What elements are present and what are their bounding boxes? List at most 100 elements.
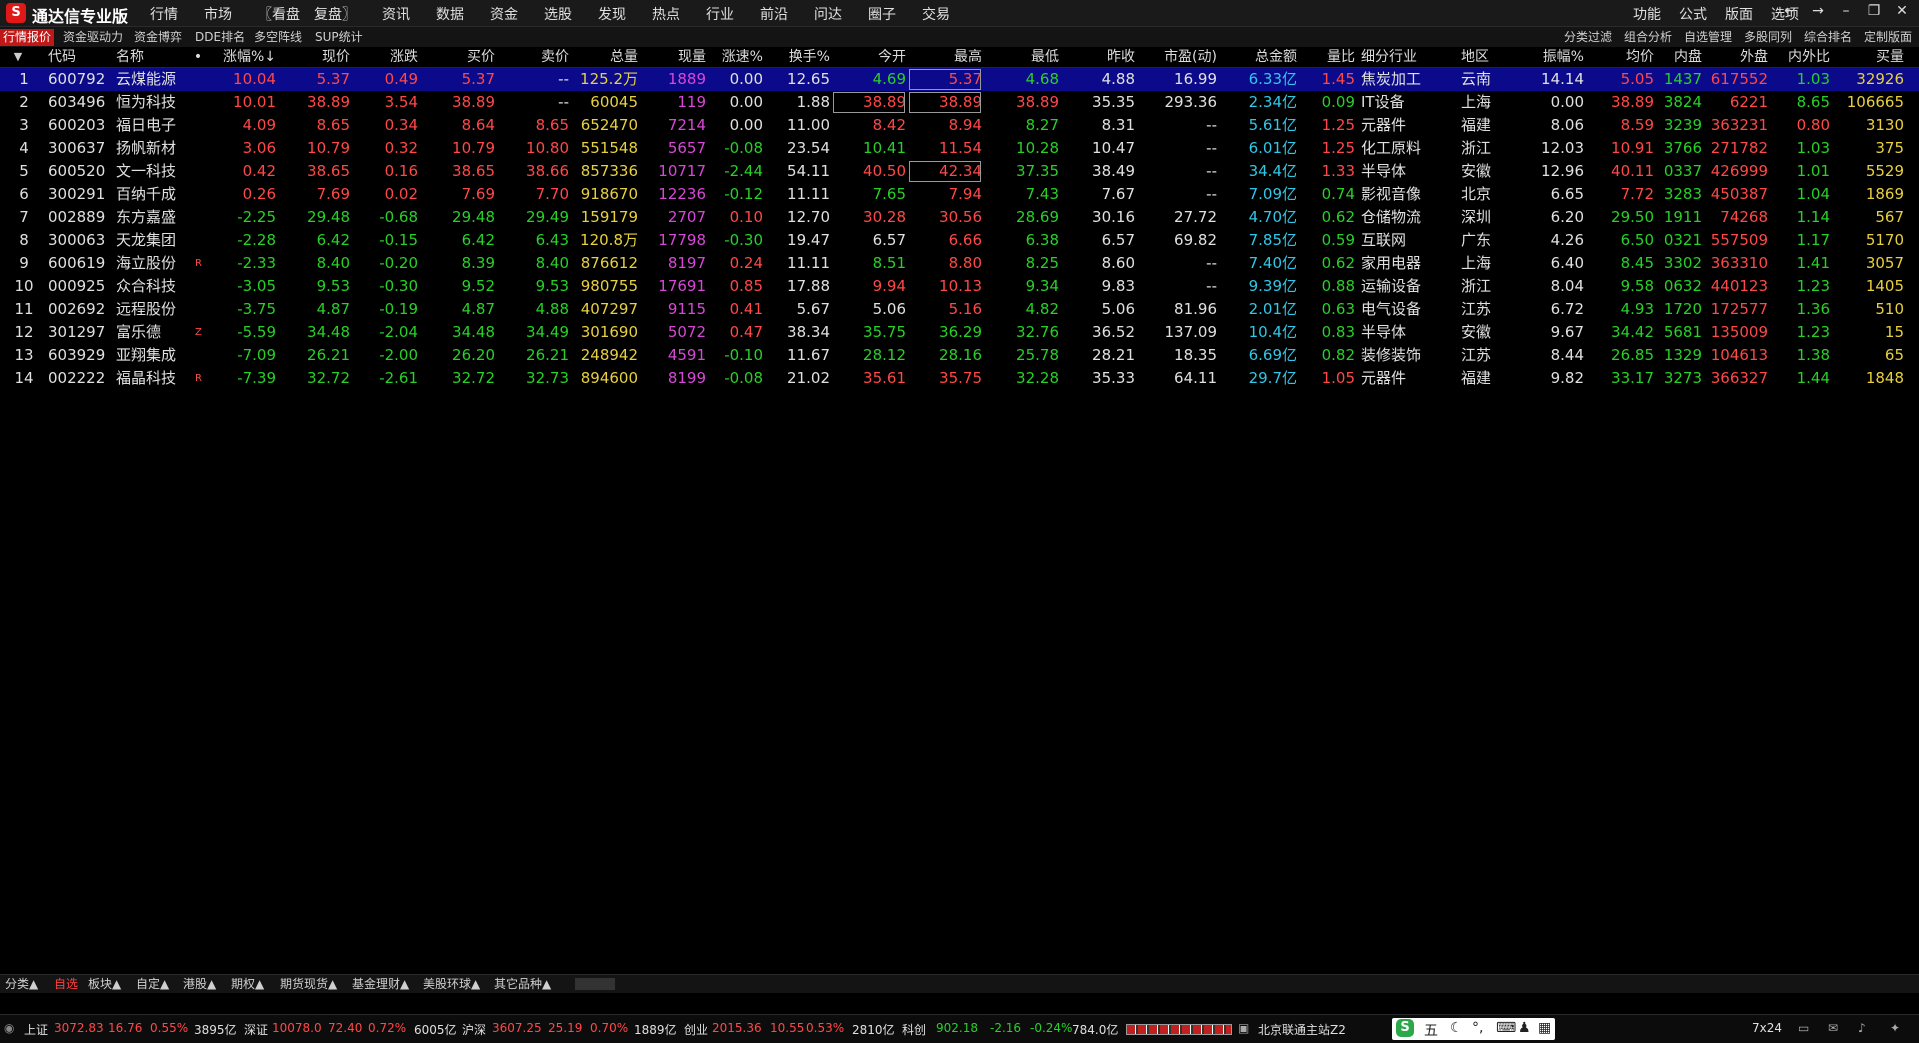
- column-header-outer-volume[interactable]: 外盘: [1704, 47, 1768, 67]
- server-name[interactable]: 北京联通主站Z2: [1258, 1021, 1346, 1038]
- tab-combo-analysis[interactable]: 组合分析: [1624, 29, 1672, 46]
- settings-icon[interactable]: ✦: [1890, 1021, 1900, 1035]
- table-row[interactable]: 6 300291 百纳千成 0.26 7.69 0.02 7.69 7.70 918670 122…: [0, 183, 1919, 206]
- mute-icon[interactable]: ♪: [1858, 1021, 1866, 1035]
- menu-item[interactable]: 功能: [1633, 4, 1661, 24]
- tab-composite-rank[interactable]: 综合排名: [1804, 29, 1852, 46]
- tab-watchlist-manage[interactable]: 自选管理: [1684, 29, 1732, 46]
- calendar-icon[interactable]: ▭: [1798, 1021, 1809, 1035]
- menu-item[interactable]: 复盘〗: [314, 4, 356, 24]
- btab-category[interactable]: 分类▲: [5, 976, 38, 992]
- camera-icon[interactable]: ▣: [1238, 1021, 1249, 1035]
- column-header-volume[interactable]: 总量: [572, 47, 638, 67]
- btab-watchlist[interactable]: 自选: [54, 976, 78, 992]
- column-header-price[interactable]: 现价: [278, 47, 350, 67]
- tab-multi-stock[interactable]: 多股同列: [1744, 29, 1792, 46]
- table-row[interactable]: 14 002222 福晶科技 R -7.39 32.72 -2.61 32.72 32.73 89…: [0, 367, 1919, 390]
- column-header-volume-ratio[interactable]: 量比: [1299, 47, 1355, 67]
- table-row[interactable]: 4 300637 扬帆新材 3.06 10.79 0.32 10.79 10.80 551548…: [0, 137, 1919, 160]
- ime-toolbar[interactable]: S 五 ☾ °, ⌨ ♟ ▦: [1392, 1018, 1555, 1040]
- menu-item[interactable]: 发现: [598, 4, 626, 24]
- column-header-stock-code[interactable]: 代码: [48, 47, 108, 67]
- column-header-industry[interactable]: 细分行业: [1361, 47, 1439, 67]
- column-header-low[interactable]: 最低: [984, 47, 1059, 67]
- minimize-icon[interactable]: –: [1839, 3, 1853, 19]
- grid-icon[interactable]: ▦: [1538, 1020, 1551, 1036]
- tab-fund-drive[interactable]: 资金驱动力: [60, 29, 126, 46]
- btab-sector[interactable]: 板块▲: [88, 976, 121, 992]
- column-header-pe-dynamic[interactable]: 市盈(动): [1137, 47, 1217, 67]
- table-row[interactable]: 1 600792 云煤能源 10.04 5.37 0.49 5.37 -- 125.2万 1889…: [0, 68, 1919, 91]
- menu-item[interactable]: 前沿: [760, 4, 788, 24]
- tab-sup-stats[interactable]: SUP统计: [312, 29, 366, 46]
- menu-item[interactable]: 〖看盘: [258, 4, 300, 24]
- column-header-open[interactable]: 今开: [832, 47, 906, 67]
- clock-label[interactable]: 7x24: [1752, 1021, 1782, 1035]
- table-row[interactable]: 3 600203 福日电子 4.09 8.65 0.34 8.64 8.65 652470 721…: [0, 114, 1919, 137]
- back-arrow-icon[interactable]: ←: [1783, 3, 1797, 19]
- message-icon[interactable]: ✉: [1828, 1021, 1838, 1035]
- tab-long-short[interactable]: 多空阵线: [251, 29, 305, 46]
- ime-mode[interactable]: 五: [1424, 1020, 1438, 1040]
- column-header-speed-pct[interactable]: 涨速%: [708, 47, 763, 67]
- user-icon[interactable]: ♟: [1518, 1020, 1531, 1036]
- menu-item[interactable]: 选股: [544, 4, 572, 24]
- btab-funds[interactable]: 基金理财▲: [352, 976, 409, 992]
- column-header-inner-volume[interactable]: 内盘: [1658, 47, 1702, 67]
- table-row[interactable]: 11 002692 远程股份 -3.75 4.87 -0.19 4.87 4.88 407297…: [0, 298, 1919, 321]
- btab-options[interactable]: 期权▲: [231, 976, 264, 992]
- column-header-flag[interactable]: •: [193, 47, 203, 67]
- keyboard-icon[interactable]: ⌨: [1496, 1020, 1516, 1036]
- menu-item[interactable]: 数据: [436, 4, 464, 24]
- table-row[interactable]: 9 600619 海立股份 R -2.33 8.40 -0.20 8.39 8.40 876612…: [0, 252, 1919, 275]
- btab-other[interactable]: 其它品种▲: [494, 976, 551, 992]
- table-row[interactable]: 5 600520 文一科技 0.42 38.65 0.16 38.65 38.66 857336…: [0, 160, 1919, 183]
- horizontal-scrollbar[interactable]: [575, 978, 615, 990]
- tab-custom-layout[interactable]: 定制版面: [1864, 29, 1912, 46]
- sort-dropdown-icon[interactable]: ▼: [8, 47, 28, 67]
- column-header-ask[interactable]: 卖价: [497, 47, 569, 67]
- column-header-high[interactable]: 最高: [908, 47, 982, 67]
- column-header-bid-volume[interactable]: 买量: [1834, 47, 1904, 67]
- menu-item[interactable]: 行情: [150, 4, 178, 24]
- menu-item[interactable]: 交易: [922, 4, 950, 24]
- btab-custom[interactable]: 自定▲: [136, 976, 169, 992]
- menu-item[interactable]: 行业: [706, 4, 734, 24]
- table-row[interactable]: 13 603929 亚翔集成 -7.09 26.21 -2.00 26.20 26.21 248…: [0, 344, 1919, 367]
- menu-item[interactable]: 资金: [490, 4, 518, 24]
- column-header-bid[interactable]: 买价: [420, 47, 495, 67]
- column-header-inner-outer-ratio[interactable]: 内外比: [1770, 47, 1830, 67]
- table-row[interactable]: 12 301297 富乐德 Z -5.59 34.48 -2.04 34.48 34.49 301…: [0, 321, 1919, 344]
- column-header-amount[interactable]: 总金额: [1222, 47, 1297, 67]
- column-header-region[interactable]: 地区: [1461, 47, 1511, 67]
- restore-icon[interactable]: ❐: [1867, 3, 1881, 19]
- close-icon[interactable]: ✕: [1895, 3, 1909, 19]
- tab-dde-rank[interactable]: DDE排名: [192, 29, 248, 46]
- moon-icon[interactable]: ☾: [1450, 1020, 1463, 1036]
- menu-item[interactable]: 圈子: [868, 4, 896, 24]
- column-header-change[interactable]: 涨跌: [352, 47, 418, 67]
- column-header-avg-price[interactable]: 均价: [1590, 47, 1654, 67]
- tab-fund-game[interactable]: 资金博弈: [131, 29, 185, 46]
- status-icon[interactable]: ◉: [4, 1021, 14, 1035]
- table-row[interactable]: 8 300063 天龙集团 -2.28 6.42 -0.15 6.42 6.43 120.8万 1…: [0, 229, 1919, 252]
- column-header-last-volume[interactable]: 现量: [640, 47, 706, 67]
- tab-category-filter[interactable]: 分类过滤: [1564, 29, 1612, 46]
- btab-futures[interactable]: 期货现货▲: [280, 976, 337, 992]
- menu-item[interactable]: 版面: [1725, 4, 1753, 24]
- column-header-change-pct[interactable]: 涨幅%↓: [210, 47, 276, 67]
- menu-item[interactable]: 市场: [204, 4, 232, 24]
- column-header-turnover-pct[interactable]: 换手%: [765, 47, 830, 67]
- menu-item[interactable]: 热点: [652, 4, 680, 24]
- table-row[interactable]: 10 000925 众合科技 -3.05 9.53 -0.30 9.52 9.53 980755…: [0, 275, 1919, 298]
- table-row[interactable]: 7 002889 东方嘉盛 -2.25 29.48 -0.68 29.48 29.49 1591…: [0, 206, 1919, 229]
- table-row[interactable]: 2 603496 恒为科技 10.01 38.89 3.54 38.89 -- 60045 119…: [0, 91, 1919, 114]
- forward-arrow-icon[interactable]: →: [1811, 3, 1825, 19]
- column-header-amplitude-pct[interactable]: 振幅%: [1514, 47, 1584, 67]
- menu-item[interactable]: 资讯: [382, 4, 410, 24]
- btab-us[interactable]: 美股环球▲: [423, 976, 480, 992]
- tab-quote[interactable]: 行情报价: [0, 29, 55, 46]
- menu-item[interactable]: 问达: [814, 4, 842, 24]
- column-header-prev-close[interactable]: 昨收: [1061, 47, 1135, 67]
- menu-item[interactable]: 公式: [1679, 4, 1707, 24]
